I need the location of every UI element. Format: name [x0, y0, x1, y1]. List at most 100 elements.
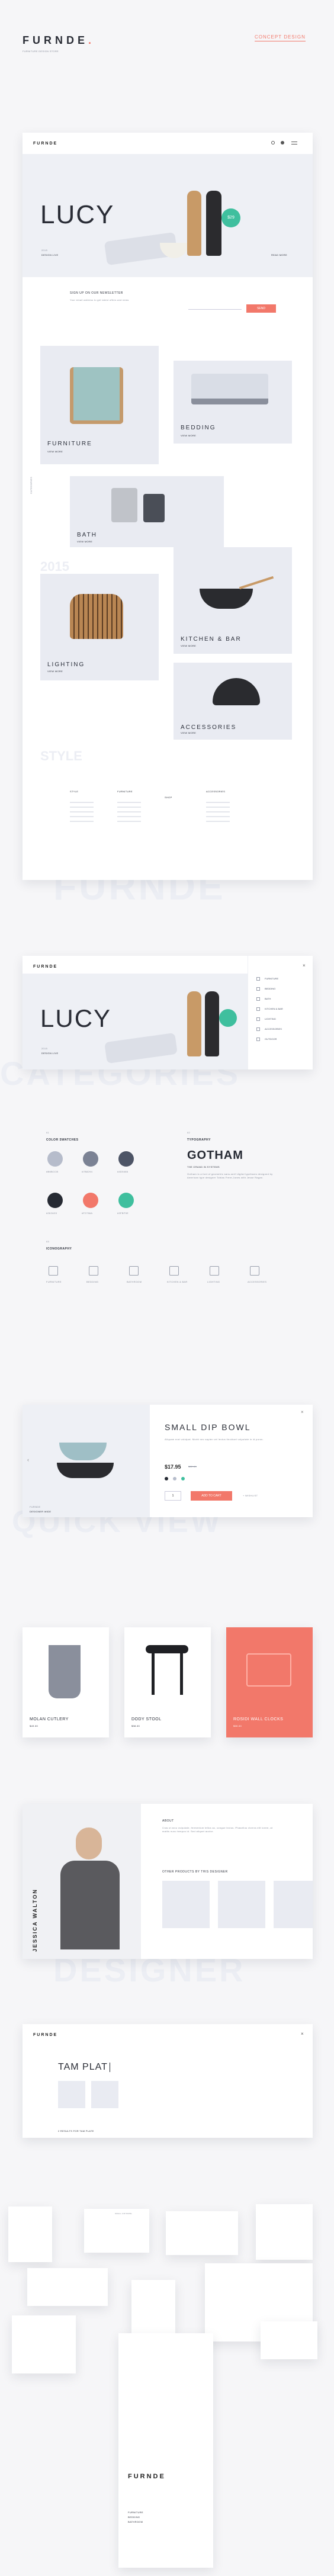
product-name: MOLAN CUTLERY [30, 1717, 69, 1721]
close-icon[interactable]: × [301, 2031, 304, 2037]
product-name: DODY STOOL [131, 1717, 162, 1721]
other-product-thumb[interactable] [162, 1881, 210, 1928]
stool-leg [180, 1653, 183, 1695]
bath-jar-grey [111, 488, 137, 522]
lamp-image [70, 594, 123, 639]
icon-label: KITCHEN & BAR [167, 1280, 188, 1283]
footer-col[interactable]: FURNITURE [117, 790, 133, 793]
category-link: VIEW MORE [181, 731, 197, 734]
category-tile-bath[interactable]: BATH VIEW MORE [70, 476, 224, 547]
designer-name: JESSICA WALTON [32, 1888, 38, 1952]
results-label: 2 RESULTS FOR TAM PLATE [58, 2129, 94, 2132]
hero-grinder-black [205, 991, 219, 1056]
product-card-highlight[interactable]: ROSIDI WALL CLOCKS $55.00 [226, 1627, 313, 1737]
hero-price-badge[interactable] [219, 1009, 237, 1027]
quick-view-mockup: ‹ FURNDE DESIGNER WIDE × SMALL DIP BOWL … [23, 1405, 313, 1517]
color-option-teal[interactable] [181, 1477, 185, 1480]
hero-kicker: 2015 [41, 1047, 48, 1050]
footer-col[interactable]: STYLE [70, 790, 78, 793]
hero-grinder-black [206, 191, 221, 256]
swatch-label: #3FBF9E [117, 1212, 129, 1215]
menu-item-furniture[interactable]: FURNITURE [256, 977, 283, 987]
product-desc: Aliquam erat volutpat. Morbi nec sapien … [165, 1438, 264, 1441]
product-price: $49.00 [30, 1724, 38, 1727]
search-icon[interactable] [271, 141, 275, 144]
category-tile-lighting[interactable]: LIGHTING VIEW MORE [40, 574, 159, 680]
search-logo[interactable]: FURNDE [33, 2033, 57, 2037]
footer-col[interactable]: ACCESSORIES [206, 790, 225, 793]
close-icon[interactable]: × [303, 963, 306, 968]
menu-logo[interactable]: FURNDE [33, 965, 57, 969]
swatch-2 [83, 1151, 98, 1167]
mini-bath-card [27, 2268, 108, 2306]
year-ghost: 2015 [40, 559, 69, 574]
menu-item-accessories[interactable]: ACCESSORIES [256, 1027, 283, 1038]
menu-item-bedding[interactable]: BEDDING [256, 987, 283, 997]
category-name: FURNITURE [47, 441, 92, 447]
category-tile-furniture[interactable]: FURNITURE VIEW MORE [40, 346, 159, 464]
menu-item-kitchen[interactable]: KITCHEN & BAR [256, 1007, 283, 1017]
spatula-image [239, 576, 274, 590]
kitchen-icon [169, 1266, 179, 1276]
armchair-image [70, 367, 123, 424]
hero-kicker: 2015 [41, 249, 48, 252]
hero-price-badge[interactable]: $29 [221, 208, 240, 227]
cart-icon[interactable] [281, 141, 284, 144]
footer-links-placeholder [206, 798, 230, 822]
hero-link[interactable]: READ MORE [271, 253, 287, 256]
menu-icon[interactable] [291, 142, 297, 144]
home-logo[interactable]: FURNDE [33, 142, 57, 146]
mini-menu-card [12, 2315, 76, 2373]
search-input[interactable]: TAM PLAT [58, 2062, 110, 2073]
newsletter-email-field[interactable] [188, 309, 242, 310]
designer-photo [23, 1804, 141, 1959]
bedding-icon [89, 1266, 98, 1276]
rocking-horse-image [213, 678, 260, 705]
outdoor-icon [256, 1038, 260, 1041]
product-card[interactable]: MOLAN CUTLERY $49.00 [23, 1627, 109, 1737]
category-link: VIEW MORE [47, 670, 63, 673]
menu-hero: LUCY 2015 DESIGN LIVE [23, 974, 248, 1069]
home-page-mockup: FURNDE LUCY 2015 DESIGN LIVE $29 READ MO… [23, 133, 313, 880]
category-tile-bedding[interactable]: BEDDING VIEW MORE [174, 361, 292, 444]
newsletter-send-button[interactable]: SEND [246, 304, 276, 313]
add-to-cart-button[interactable]: ADD TO CART [191, 1491, 232, 1501]
menu-item-bath[interactable]: BATH [256, 997, 283, 1007]
close-icon[interactable]: × [301, 1409, 304, 1415]
newsletter-title: SIGN UP ON OUR NEWSLETTER [70, 291, 123, 295]
categories-side-label: CATEGORIES [30, 477, 33, 494]
other-product-thumb[interactable] [274, 1881, 313, 1928]
brand-logo[interactable]: FURNDE. [23, 34, 95, 47]
product-title: SMALL DIP BOWL [165, 1422, 251, 1432]
color-option-grey[interactable] [173, 1477, 176, 1480]
menu-item-lighting[interactable]: LIGHTING [256, 1017, 283, 1027]
designer-body [60, 1861, 120, 1949]
product-card[interactable]: DODY STOOL $98.00 [124, 1627, 211, 1737]
product-price: $98.00 [131, 1724, 140, 1727]
quantity-stepper[interactable]: 1 [165, 1491, 181, 1501]
icons-title: ICONOGRAPHY [46, 1247, 72, 1251]
other-product-thumb[interactable] [218, 1881, 265, 1928]
stool-leg [152, 1653, 155, 1695]
accessories-icon [256, 1027, 260, 1031]
mini-quickview-card: SMALL DIP BOWL [84, 2209, 149, 2253]
hero-grinder-wood [187, 991, 201, 1056]
search-page-mockup: FURNDE × TAM PLAT 2 RESULTS FOR TAM PLAT… [23, 2024, 313, 2138]
footer-col[interactable]: SHOP [165, 796, 172, 799]
category-name: LIGHTING [47, 661, 85, 668]
bath-jar-dark [143, 494, 165, 522]
search-result-thumb[interactable] [58, 2081, 85, 2108]
hero-title: LUCY [40, 200, 115, 229]
search-result-thumb[interactable] [91, 2081, 118, 2108]
quick-view-image: ‹ FURNDE DESIGNER WIDE [23, 1405, 150, 1517]
color-option-black[interactable] [165, 1477, 168, 1480]
category-tile-accessories[interactable]: ACCESSORIES VIEW MORE [174, 663, 292, 740]
menu-item-outdoor[interactable]: OUTDOOR [256, 1038, 283, 1048]
mini-cart-card [166, 2211, 238, 2255]
category-tile-kitchen[interactable]: KITCHEN & BAR VIEW MORE [174, 547, 292, 654]
swatch-4 [47, 1193, 63, 1208]
prev-arrow-icon[interactable]: ‹ [27, 1457, 29, 1463]
type-body: Gotham is a font of geometric sans-serif… [187, 1173, 273, 1179]
mini-stool-card [8, 2206, 52, 2262]
wishlist-link[interactable]: + WISHLIST [243, 1494, 258, 1497]
